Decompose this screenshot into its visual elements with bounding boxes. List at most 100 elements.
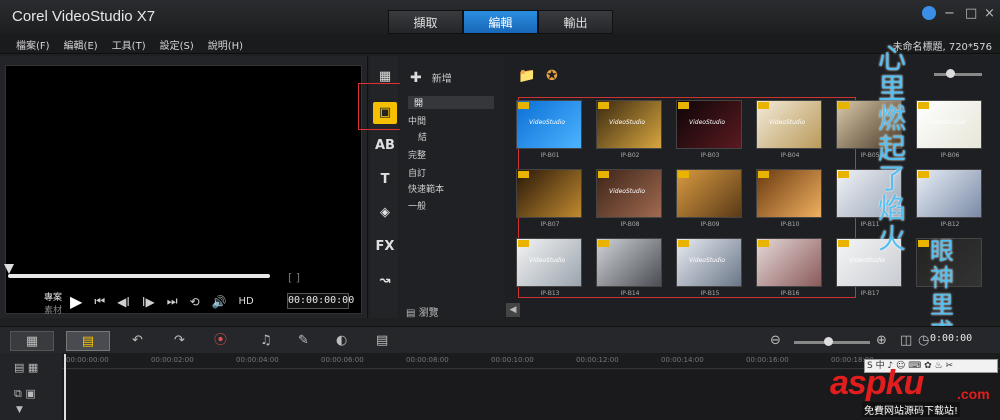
- template-badge-icon: [678, 171, 689, 178]
- menu-bar: 檔案(F) 編輯(E) 工具(T) 設定(S) 說明(H) 未命名標題, 720…: [0, 34, 1000, 54]
- template-badge-icon: [838, 102, 849, 109]
- record-icon[interactable]: ⦿: [214, 331, 227, 351]
- category-item[interactable]: 完整: [408, 148, 426, 161]
- template-badge-icon: [518, 102, 529, 109]
- maximize-button[interactable]: □: [965, 6, 977, 21]
- thumbnail-caption: VideoStudio: [529, 257, 566, 264]
- tab-capture[interactable]: 擷取: [388, 10, 463, 34]
- playhead[interactable]: [64, 354, 66, 420]
- timeline-zoom-knob[interactable]: [824, 337, 833, 346]
- title-icon[interactable]: T: [373, 169, 397, 191]
- video-track-icon[interactable]: ⧉ ▣: [14, 387, 36, 401]
- repeat-icon[interactable]: ⟲: [190, 295, 200, 309]
- thumbnail-label: IP-B02: [620, 152, 640, 159]
- thumbnail-panel: 📁 ✪ VideoStudio IP-B01 VideoStudio IP-B02 Vi…: [506, 56, 1000, 318]
- browse-button[interactable]: ▤ 瀏覽: [406, 304, 439, 319]
- ruler-tick-label: 00:00:16:00: [746, 356, 789, 364]
- thumbnail-caption: VideoStudio: [849, 257, 886, 264]
- subtitle-editor-icon[interactable]: ▤: [376, 331, 388, 351]
- thumbnail-zoom-knob[interactable]: [946, 69, 955, 78]
- audio-mixer-icon[interactable]: ♫: [260, 331, 272, 351]
- auto-music-icon[interactable]: ✎: [298, 331, 309, 351]
- thumbnail-label: IP-B10: [780, 221, 800, 228]
- menu-help[interactable]: 說明(H): [208, 37, 243, 52]
- transport-controls: ▶ ⏮ ◀Ⅰ Ⅰ▶ ⏭ ⟲ 🔊 HD: [70, 292, 254, 311]
- template-badge-icon: [918, 171, 929, 178]
- star-icon[interactable]: ✪: [546, 68, 558, 84]
- graphic-icon[interactable]: ◈: [373, 202, 397, 224]
- category-item[interactable]: 快速範本: [408, 182, 444, 195]
- motion-tracking-icon[interactable]: ◐: [336, 331, 347, 351]
- template-thumbnail[interactable]: IP-B14: [596, 238, 662, 297]
- template-badge-icon: [758, 102, 769, 109]
- hd-toggle[interactable]: HD: [239, 296, 254, 307]
- template-thumbnail[interactable]: VideoStudio IP-B03: [676, 100, 742, 159]
- chevron-down-icon[interactable]: ▼: [16, 405, 23, 415]
- prev-frame-icon[interactable]: ◀Ⅰ: [117, 295, 130, 309]
- next-frame-icon[interactable]: Ⅰ▶: [142, 295, 155, 309]
- end-icon[interactable]: ⏭: [167, 294, 178, 309]
- template-thumbnail[interactable]: IP-B16: [756, 238, 822, 297]
- globe-icon[interactable]: [922, 6, 936, 20]
- template-thumbnail[interactable]: IP-B12: [916, 169, 982, 228]
- menu-tools[interactable]: 工具(T): [112, 37, 146, 52]
- template-badge-icon: [598, 240, 609, 247]
- tab-edit[interactable]: 編輯: [463, 10, 538, 34]
- minimize-button[interactable]: −: [944, 6, 955, 21]
- volume-icon[interactable]: 🔊: [212, 295, 227, 309]
- overlay-text-1: 心里燃起了焰火: [878, 42, 907, 255]
- track-manager-icon[interactable]: ▤ ▦: [14, 361, 38, 374]
- tab-share[interactable]: 輸出: [538, 10, 613, 34]
- close-button[interactable]: ×: [984, 6, 995, 21]
- template-thumbnail[interactable]: VideoStudio IP-B06: [916, 100, 982, 159]
- thumbnail-label: IP-B09: [700, 221, 720, 228]
- scroll-left-button[interactable]: ◀: [506, 303, 520, 317]
- mode-clip[interactable]: 素材: [44, 303, 62, 316]
- redo-icon[interactable]: ↷: [174, 331, 185, 351]
- template-thumbnail[interactable]: IP-B09: [676, 169, 742, 228]
- scrubber-bar[interactable]: [8, 274, 270, 278]
- transition-icon[interactable]: AB: [373, 135, 397, 157]
- path-icon[interactable]: ↝: [373, 270, 397, 292]
- storyboard-view-button[interactable]: ▦: [10, 331, 54, 351]
- template-badge-icon: [678, 102, 689, 109]
- mode-project[interactable]: 專案: [44, 290, 62, 303]
- template-thumbnail[interactable]: VideoStudio IP-B02: [596, 100, 662, 159]
- template-thumbnail[interactable]: IP-B07: [516, 169, 582, 228]
- template-thumbnail[interactable]: IP-B10: [756, 169, 822, 228]
- preview-timecode[interactable]: 00:00:00:00: [287, 293, 354, 309]
- trim-markers[interactable]: [ ]: [288, 271, 300, 284]
- timeline-timecode[interactable]: 0:00:00: [930, 333, 972, 344]
- menu-edit[interactable]: 編輯(E): [64, 37, 98, 52]
- add-category-button[interactable]: ✚ 新增: [410, 70, 452, 86]
- folder-icon[interactable]: 📁: [518, 68, 535, 84]
- template-thumbnail[interactable]: VideoStudio IP-B13: [516, 238, 582, 297]
- play-icon[interactable]: ▶: [70, 292, 82, 311]
- ruler-tick-label: 00:00:08:00: [406, 356, 449, 364]
- thumbnail-caption: VideoStudio: [929, 119, 966, 126]
- thumbnail-caption: VideoStudio: [769, 119, 806, 126]
- zoom-in-icon[interactable]: ⊕: [876, 331, 887, 351]
- home-icon[interactable]: ⏮: [94, 294, 105, 309]
- timeline-view-button[interactable]: ▤: [66, 331, 110, 351]
- template-thumbnail[interactable]: VideoStudio IP-B08: [596, 169, 662, 228]
- category-item[interactable]: 開: [408, 96, 494, 109]
- template-thumbnail[interactable]: VideoStudio IP-B01: [516, 100, 582, 159]
- thumbnail-label: IP-B04: [780, 152, 800, 159]
- thumbnail-zoom-slider[interactable]: [934, 73, 982, 76]
- template-thumbnail[interactable]: VideoStudio IP-B04: [756, 100, 822, 159]
- category-item[interactable]: 自訂: [408, 166, 426, 179]
- menu-file[interactable]: 檔案(F): [16, 37, 50, 52]
- fit-project-icon[interactable]: ◫: [900, 331, 912, 351]
- category-item[interactable]: 中間: [408, 114, 426, 127]
- filter-icon[interactable]: FX: [373, 236, 397, 258]
- menu-settings[interactable]: 設定(S): [160, 37, 194, 52]
- thumbnail-caption: VideoStudio: [529, 119, 566, 126]
- ruler-tick-label: 00:00:06:00: [321, 356, 364, 364]
- thumbnail-label: IP-B01: [540, 152, 560, 159]
- template-thumbnail[interactable]: VideoStudio IP-B15: [676, 238, 742, 297]
- category-item[interactable]: 一般: [408, 199, 426, 212]
- category-item[interactable]: 結: [418, 130, 427, 143]
- zoom-out-icon[interactable]: ⊖: [770, 331, 781, 351]
- undo-icon[interactable]: ↶: [132, 331, 143, 351]
